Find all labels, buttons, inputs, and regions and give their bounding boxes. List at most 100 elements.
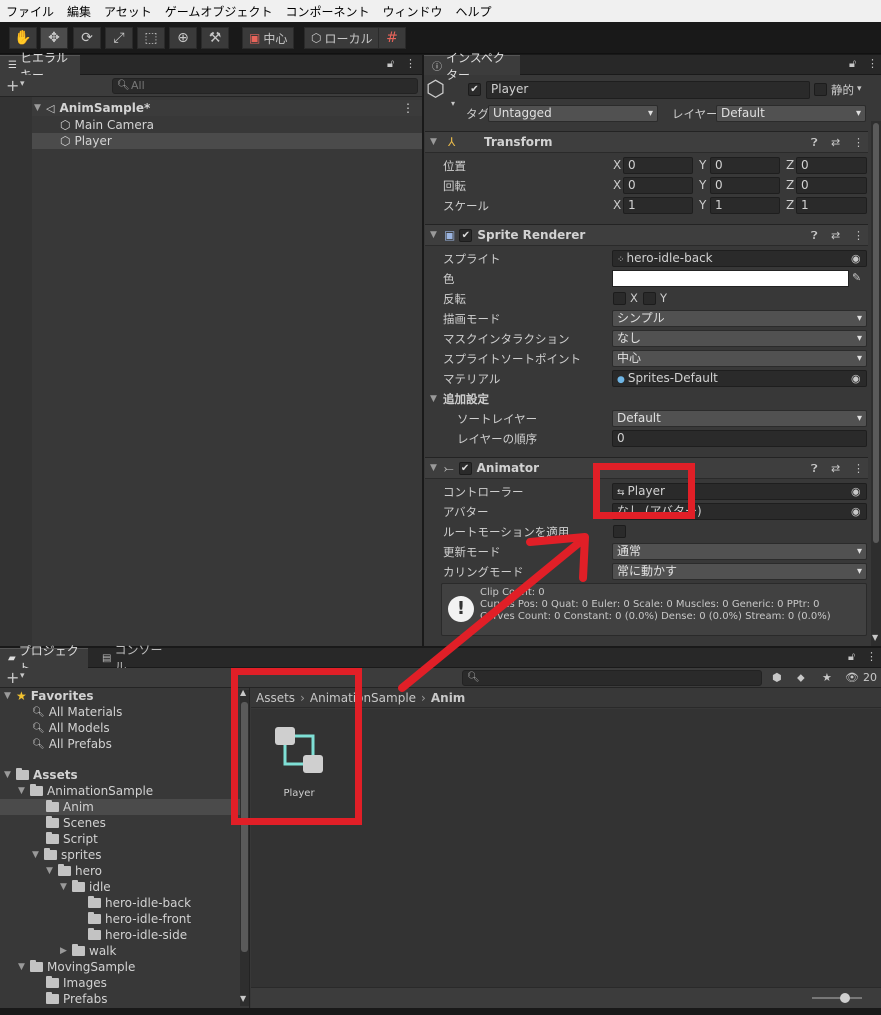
tree-folder[interactable]: hero-idle-front bbox=[88, 911, 191, 927]
root-motion-checkbox[interactable] bbox=[613, 525, 626, 538]
rotation-y-field[interactable]: 0 bbox=[710, 177, 780, 194]
position-y-field[interactable]: 0 bbox=[710, 157, 780, 174]
help-icon[interactable]: ❓︎ bbox=[811, 462, 818, 476]
tree-folder[interactable]: Prefabs bbox=[46, 991, 108, 1007]
preset-icon[interactable]: ⇄ bbox=[831, 136, 840, 149]
object-picker-icon[interactable]: ◉ bbox=[851, 372, 861, 385]
tab-hierarchy[interactable]: ☰ヒエラルキー bbox=[0, 51, 80, 82]
help-icon[interactable]: ❓︎ bbox=[811, 229, 818, 243]
chevron-down-icon[interactable]: ▾ bbox=[857, 84, 862, 94]
chevron-down-icon[interactable]: ▾ bbox=[451, 99, 455, 108]
tree-folder-selected[interactable]: Anim bbox=[0, 799, 249, 815]
rotate-tool-button[interactable]: ⟳ bbox=[73, 27, 101, 49]
tree-folder[interactable]: ▼ idle bbox=[60, 879, 111, 895]
scrollbar-thumb[interactable] bbox=[873, 123, 879, 543]
hierarchy-search-input[interactable]: 🔍︎ All bbox=[112, 78, 418, 94]
kebab-menu-icon[interactable]: ⋮ bbox=[853, 136, 864, 149]
filter-by-label-icon[interactable]: ⬥ bbox=[797, 671, 805, 685]
grid-snap-button[interactable]: # bbox=[378, 27, 406, 49]
rect-tool-button[interactable]: ⬚ bbox=[137, 27, 165, 49]
assets-root-row[interactable]: ▼ Assets bbox=[4, 767, 78, 783]
scroll-down-icon[interactable]: ▼ bbox=[240, 994, 246, 1003]
scale-y-field[interactable]: 1 bbox=[710, 197, 780, 214]
hidden-eye-icon[interactable]: 👁︎ bbox=[845, 671, 859, 684]
tag-dropdown[interactable]: Untagged bbox=[488, 105, 658, 122]
menu-assets[interactable]: アセット bbox=[104, 3, 152, 20]
menu-window[interactable]: ウィンドウ bbox=[382, 3, 442, 20]
layer-dropdown[interactable]: Default bbox=[716, 105, 866, 122]
kebab-menu-icon[interactable]: ⋮ bbox=[866, 650, 877, 663]
tree-folder[interactable]: Scenes bbox=[46, 815, 106, 831]
tree-folder[interactable]: Script bbox=[46, 831, 98, 847]
add-icon[interactable]: + bbox=[6, 668, 19, 687]
kebab-menu-icon[interactable]: ⋮ bbox=[853, 229, 864, 242]
favorite-item[interactable]: 🔍︎ All Materials bbox=[32, 704, 122, 720]
sprite-renderer-header[interactable]: ▼ ▣ ✔ Sprite Renderer ❓︎ ⇄ ⋮ bbox=[425, 224, 868, 246]
favorite-item[interactable]: 🔍︎ All Prefabs bbox=[32, 736, 112, 752]
update-mode-dropdown[interactable]: 通常 bbox=[612, 543, 867, 560]
tab-console[interactable]: ▤ コンソール bbox=[94, 643, 174, 674]
space-toggle-button[interactable]: ⬡ ローカル bbox=[304, 27, 380, 49]
zoom-slider-thumb[interactable] bbox=[840, 993, 850, 1003]
menu-gameobject[interactable]: ゲームオブジェクト bbox=[165, 3, 273, 20]
active-checkbox[interactable]: ✔ bbox=[468, 83, 481, 96]
color-swatch[interactable] bbox=[612, 270, 849, 287]
hand-tool-button[interactable]: ✋ bbox=[9, 27, 37, 49]
tree-folder[interactable]: ▼ AnimationSample bbox=[18, 783, 153, 799]
lock-icon[interactable]: 🔓︎ bbox=[848, 650, 855, 664]
culling-mode-dropdown[interactable]: 常に動かす bbox=[612, 563, 867, 580]
animator-enabled-checkbox[interactable]: ✔ bbox=[458, 461, 472, 475]
scale-z-field[interactable]: 1 bbox=[796, 197, 867, 214]
sort-point-dropdown[interactable]: 中心 bbox=[612, 350, 867, 367]
tree-folder[interactable]: hero-idle-side bbox=[88, 927, 187, 943]
mask-interaction-dropdown[interactable]: なし bbox=[612, 330, 867, 347]
filter-by-type-icon[interactable]: ⬢ bbox=[772, 671, 782, 684]
scroll-down-icon[interactable]: ▼ bbox=[872, 633, 878, 642]
position-z-field[interactable]: 0 bbox=[796, 157, 867, 174]
tab-inspector[interactable]: ⓘ インスペクター bbox=[424, 51, 520, 82]
tree-folder[interactable]: hero-idle-back bbox=[88, 895, 191, 911]
tree-folder[interactable]: Images bbox=[46, 975, 107, 991]
object-picker-icon[interactable]: ◉ bbox=[851, 252, 861, 265]
order-in-layer-field[interactable]: 0 bbox=[612, 430, 867, 447]
help-icon[interactable]: ❓︎ bbox=[811, 136, 818, 150]
favorite-item[interactable]: 🔍︎ All Models bbox=[32, 720, 110, 736]
pivot-toggle-button[interactable]: ▣ 中心 bbox=[242, 27, 295, 49]
object-picker-icon[interactable]: ◉ bbox=[851, 505, 861, 518]
tree-folder[interactable]: ▼ MovingSample bbox=[18, 959, 135, 975]
chevron-down-icon[interactable]: ▾ bbox=[20, 671, 25, 681]
transform-header[interactable]: ▼ ⅄ Transform ❓︎ ⇄ ⋮ bbox=[425, 131, 868, 153]
chevron-down-icon[interactable]: ▼ bbox=[430, 394, 442, 404]
custom-tool-button[interactable]: ⚒ bbox=[201, 27, 229, 49]
favorites-row[interactable]: ▼ ★ Favorites bbox=[4, 688, 93, 704]
sprite-renderer-enabled-checkbox[interactable]: ✔ bbox=[459, 228, 473, 242]
hierarchy-item-main-camera[interactable]: ⬡ Main Camera bbox=[0, 117, 422, 133]
sprite-field[interactable]: ⁘ hero-idle-back bbox=[612, 250, 867, 267]
move-tool-button[interactable]: ✥ bbox=[40, 27, 68, 49]
position-x-field[interactable]: 0 bbox=[623, 157, 693, 174]
kebab-menu-icon[interactable]: ⋮ bbox=[402, 101, 414, 115]
kebab-menu-icon[interactable]: ⋮ bbox=[405, 57, 416, 70]
menu-edit[interactable]: 編集 bbox=[67, 3, 91, 20]
zoom-slider-track[interactable] bbox=[812, 997, 862, 999]
rotation-x-field[interactable]: 0 bbox=[623, 177, 693, 194]
lock-icon[interactable]: 🔓︎ bbox=[387, 57, 394, 71]
star-icon[interactable]: ★ bbox=[822, 671, 832, 684]
material-field[interactable]: ● Sprites-Default bbox=[612, 370, 867, 387]
menu-component[interactable]: コンポーネント bbox=[285, 3, 369, 20]
tree-folder[interactable]: ▼ hero bbox=[46, 863, 102, 879]
preset-icon[interactable]: ⇄ bbox=[831, 462, 840, 475]
flip-y-checkbox[interactable] bbox=[643, 292, 656, 305]
eyedropper-icon[interactable]: ✎ bbox=[852, 271, 861, 284]
flip-x-checkbox[interactable] bbox=[613, 292, 626, 305]
hierarchy-item-player[interactable]: ⬡ Player bbox=[0, 133, 422, 149]
tree-folder[interactable]: ▼ sprites bbox=[32, 847, 101, 863]
sorting-layer-dropdown[interactable]: Default bbox=[612, 410, 867, 427]
menu-help[interactable]: ヘルプ bbox=[455, 3, 491, 20]
scale-tool-button[interactable]: ⤢ bbox=[105, 27, 133, 49]
rotation-z-field[interactable]: 0 bbox=[796, 177, 867, 194]
object-name-field[interactable]: Player bbox=[486, 81, 810, 99]
add-icon[interactable]: + bbox=[6, 76, 19, 95]
scene-row[interactable]: ▼ ◁ AnimSample* ⋮ bbox=[0, 100, 422, 116]
static-checkbox[interactable] bbox=[814, 83, 827, 96]
